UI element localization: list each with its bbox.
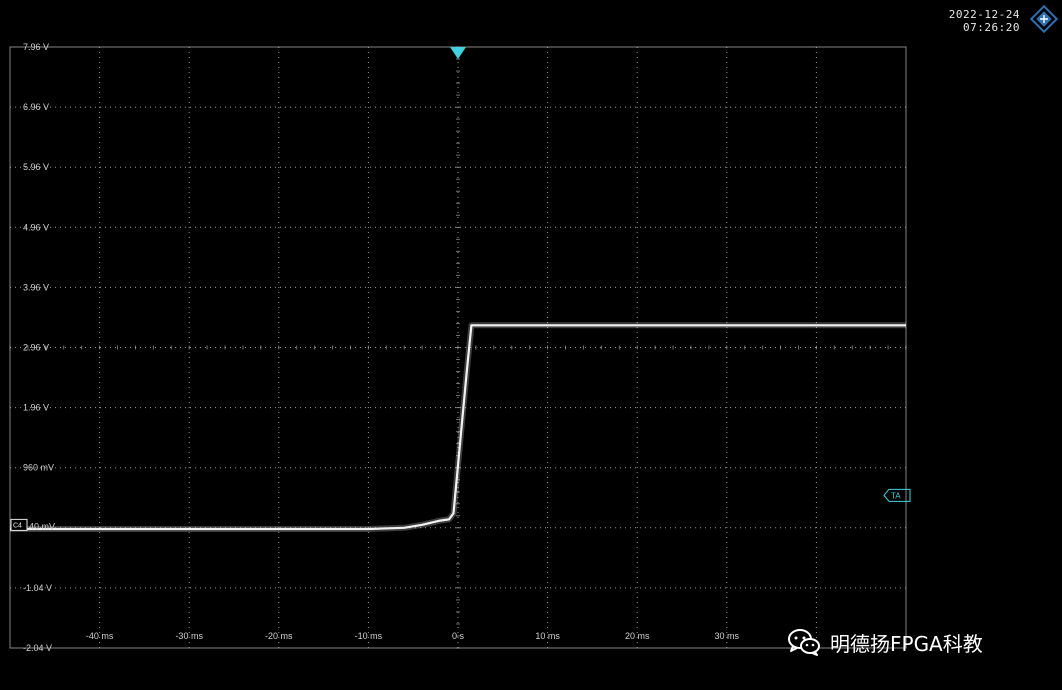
x-tick-label: 10 ms	[535, 631, 560, 641]
wechat-icon	[788, 629, 820, 656]
y-tick-label: -1.04 V	[23, 583, 52, 593]
chart: 7.96 V 6.96 V 5.96 V 4.96 V 3.96 V 2.96 V 1.96…	[9, 42, 911, 653]
time-text: 07:26:20	[963, 21, 1020, 34]
timestamp: 2022-12-24 07:26:20	[949, 8, 1020, 34]
y-tick-label: 3.96 V	[23, 282, 49, 292]
watermark-text: 明德扬FPGA科教	[830, 631, 983, 656]
x-tick-label: -40 ms	[86, 631, 114, 641]
oscilloscope-screen: 7.96 V 6.96 V 5.96 V 4.96 V 3.96 V 2.96 V 1.96…	[0, 0, 1062, 690]
y-tick-label: 5.96 V	[23, 162, 49, 172]
y-tick-label: 6.96 V	[23, 102, 49, 112]
trigger-position-icon[interactable]	[450, 47, 466, 59]
y-tick-label: 960 mV	[23, 463, 54, 473]
channel-marker[interactable]: C4	[10, 518, 28, 531]
y-tick-label: 2.96 V	[23, 343, 49, 353]
x-tick-label: -10 ms	[355, 631, 383, 641]
x-tick-label: 0 s	[452, 631, 465, 641]
y-tick-label: 1.96 V	[23, 403, 49, 413]
y-tick-label: 7.96 V	[23, 42, 49, 52]
watermark: 明德扬FPGA科教	[786, 624, 983, 660]
date-text: 2022-12-24	[948, 8, 1020, 21]
trigger-level-label: TA	[891, 491, 901, 500]
y-tick-label: -2.04 V	[23, 643, 52, 653]
ground-reference-label: 40 mV	[29, 521, 55, 531]
x-tick-label: 20 ms	[625, 631, 650, 641]
y-tick-label: 4.96 V	[23, 222, 49, 232]
brand-logo-icon	[1030, 5, 1058, 33]
x-tick-label: -20 ms	[265, 631, 293, 641]
grid	[9, 46, 907, 649]
channel-marker-label: C4	[13, 522, 22, 529]
x-tick-label: 30 ms	[715, 631, 740, 641]
x-tick-label: -30 ms	[175, 631, 203, 641]
